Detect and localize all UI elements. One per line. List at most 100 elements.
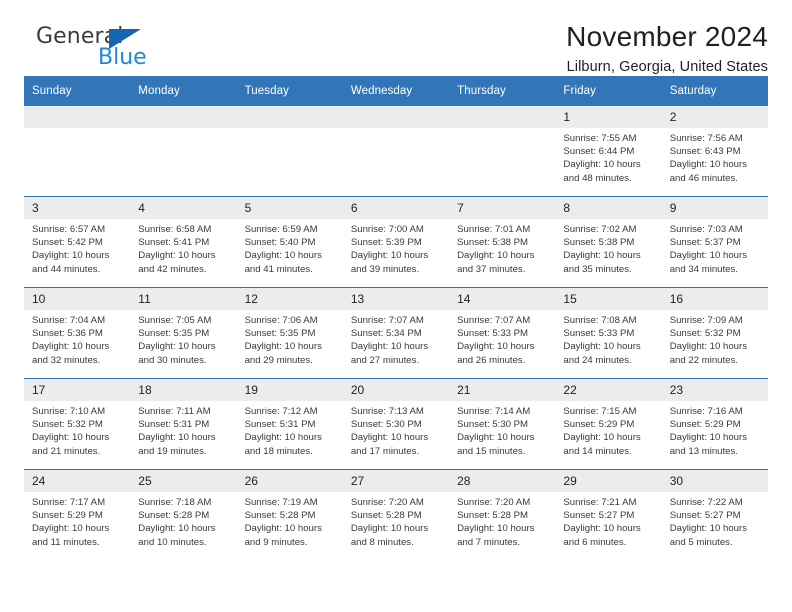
calendar-day-cell[interactable]: 19 Sunrise: 7:12 AM Sunset: 5:31 PM Dayligh… — [236, 378, 343, 470]
sunrise-time: Sunrise: 7:22 AM — [669, 497, 743, 508]
daylight-duration-line1: Daylight: 10 hours — [457, 432, 535, 444]
calendar-day-cell[interactable]: 23 Sunrise: 7:16 AM Sunset: 5:29 PM Dayligh… — [661, 378, 768, 470]
daylight-duration-line2: and 5 minutes. — [669, 536, 733, 548]
day-details: Sunrise: 6:58 AM Sunset: 5:41 PM Daylight:… — [130, 219, 236, 276]
calendar-day-cell[interactable]: 12 Sunrise: 7:06 AM Sunset: 5:35 PM Dayligh… — [236, 287, 343, 379]
daylight-duration-line1: Daylight: 10 hours — [563, 432, 641, 444]
sunrise-time: Sunrise: 7:06 AM — [244, 315, 318, 326]
calendar-day-cell[interactable]: 26 Sunrise: 7:19 AM Sunset: 5:28 PM Dayligh… — [236, 469, 343, 560]
day-number: 2 — [661, 106, 768, 128]
daylight-duration-line2: and 46 minutes. — [669, 172, 738, 184]
daylight-duration-line2: and 37 minutes. — [457, 263, 526, 275]
calendar-day-cell[interactable]: 11 Sunrise: 7:05 AM Sunset: 5:35 PM Dayligh… — [130, 287, 237, 379]
daylight-duration-line2: and 35 minutes. — [563, 263, 632, 275]
calendar-day-cell[interactable]: 27 Sunrise: 7:20 AM Sunset: 5:28 PM Dayligh… — [342, 469, 450, 560]
calendar-day-cell[interactable]: 14 Sunrise: 7:07 AM Sunset: 5:33 PM Dayligh… — [449, 287, 556, 379]
calendar-day-cell[interactable]: 18 Sunrise: 7:11 AM Sunset: 5:31 PM Dayligh… — [130, 378, 237, 470]
general-blue-logo[interactable]: General Blue — [36, 26, 166, 76]
daylight-duration-line2: and 14 minutes. — [563, 445, 632, 457]
calendar-day-cell[interactable]: 30 Sunrise: 7:22 AM Sunset: 5:27 PM Dayligh… — [661, 469, 768, 560]
sunrise-time: Sunrise: 7:14 AM — [457, 406, 531, 417]
day-number: 29 — [555, 470, 662, 492]
daylight-duration-line2: and 7 minutes. — [457, 536, 521, 548]
calendar-day-cell[interactable]: 1 Sunrise: 7:55 AM Sunset: 6:44 PM Daylight… — [555, 105, 662, 197]
daylight-duration-line1: Daylight: 10 hours — [457, 250, 535, 262]
calendar-day-cell[interactable]: 8 Sunrise: 7:02 AM Sunset: 5:38 PM Daylight… — [555, 196, 662, 288]
daylight-duration-line2: and 39 minutes. — [350, 263, 420, 275]
calendar-day-cell[interactable]: 22 Sunrise: 7:15 AM Sunset: 5:29 PM Dayligh… — [555, 378, 662, 470]
day-details: Sunrise: 7:03 AM Sunset: 5:37 PM Daylight:… — [662, 219, 768, 276]
sunset-time: Sunset: 6:44 PM — [563, 146, 635, 158]
calendar-day-cell[interactable]: 25 Sunrise: 7:18 AM Sunset: 5:28 PM Dayligh… — [130, 469, 237, 560]
day-details: Sunrise: 7:02 AM Sunset: 5:38 PM Daylight:… — [555, 219, 661, 276]
daylight-duration-line1: Daylight: 10 hours — [350, 523, 429, 535]
sunrise-time: Sunrise: 7:08 AM — [563, 315, 637, 326]
day-number — [342, 106, 450, 128]
day-details: Sunrise: 7:18 AM Sunset: 5:28 PM Daylight:… — [130, 492, 236, 549]
calendar-day-cell[interactable]: 16 Sunrise: 7:09 AM Sunset: 5:32 PM Dayligh… — [661, 287, 768, 379]
daylight-duration-line2: and 34 minutes. — [669, 263, 738, 275]
daylight-duration-line1: Daylight: 10 hours — [350, 341, 429, 353]
day-number: 23 — [661, 379, 768, 401]
calendar-day-cell[interactable]: 6 Sunrise: 7:00 AM Sunset: 5:39 PM Daylight… — [342, 196, 450, 288]
calendar-day-cell[interactable]: 24 Sunrise: 7:17 AM Sunset: 5:29 PM Dayligh… — [24, 469, 131, 560]
daylight-duration-line1: Daylight: 10 hours — [32, 250, 110, 262]
daylight-duration-line1: Daylight: 10 hours — [244, 250, 322, 262]
daylight-duration-line2: and 19 minutes. — [138, 445, 207, 457]
sunset-time: Sunset: 5:35 PM — [244, 328, 316, 340]
daylight-duration-line1: Daylight: 10 hours — [669, 523, 748, 535]
sunset-time: Sunset: 5:32 PM — [669, 328, 741, 340]
calendar-body: 1 Sunrise: 7:55 AM Sunset: 6:44 PM Daylight… — [24, 105, 768, 560]
calendar-day-cell[interactable]: 10 Sunrise: 7:04 AM Sunset: 5:36 PM Dayligh… — [24, 287, 131, 379]
day-number: 16 — [661, 288, 768, 310]
day-details: Sunrise: 7:01 AM Sunset: 5:38 PM Daylight:… — [449, 219, 555, 276]
day-details: Sunrise: 7:12 AM Sunset: 5:31 PM Daylight:… — [237, 401, 343, 458]
calendar-day-cell[interactable]: 15 Sunrise: 7:08 AM Sunset: 5:33 PM Dayligh… — [555, 287, 662, 379]
daylight-duration-line2: and 30 minutes. — [138, 354, 207, 366]
calendar-day-cell[interactable]: 29 Sunrise: 7:21 AM Sunset: 5:27 PM Dayligh… — [555, 469, 662, 560]
day-details: Sunrise: 7:55 AM Sunset: 6:44 PM Daylight:… — [555, 128, 661, 185]
calendar-day-cell[interactable]: 17 Sunrise: 7:10 AM Sunset: 5:32 PM Dayligh… — [24, 378, 131, 470]
sunrise-time: Sunrise: 7:02 AM — [563, 224, 637, 235]
day-number: 30 — [661, 470, 768, 492]
day-number: 18 — [130, 379, 237, 401]
daylight-duration-line1: Daylight: 10 hours — [350, 432, 429, 444]
sunset-time: Sunset: 5:42 PM — [32, 237, 103, 249]
page-title: November 2024 — [566, 21, 768, 52]
day-details: Sunrise: 7:07 AM Sunset: 5:34 PM Daylight:… — [343, 310, 449, 367]
daylight-duration-line1: Daylight: 10 hours — [138, 341, 216, 353]
sunrise-time: Sunrise: 7:20 AM — [457, 497, 531, 508]
daylight-duration-line1: Daylight: 10 hours — [138, 523, 216, 535]
calendar-day-cell[interactable]: 5 Sunrise: 6:59 AM Sunset: 5:40 PM Daylight… — [236, 196, 343, 288]
day-number: 3 — [24, 197, 131, 219]
daylight-duration-line2: and 18 minutes. — [244, 445, 313, 457]
daylight-duration-line1: Daylight: 10 hours — [563, 250, 641, 262]
calendar-day-cell[interactable]: 4 Sunrise: 6:58 AM Sunset: 5:41 PM Daylight… — [130, 196, 237, 288]
daylight-duration-line2: and 32 minutes. — [32, 354, 101, 366]
day-number: 4 — [130, 197, 237, 219]
daylight-duration-line2: and 41 minutes. — [244, 263, 313, 275]
sunset-time: Sunset: 5:33 PM — [457, 328, 529, 340]
calendar-day-cell[interactable]: 28 Sunrise: 7:20 AM Sunset: 5:28 PM Dayligh… — [449, 469, 556, 560]
daylight-duration-line2: and 10 minutes. — [138, 536, 207, 548]
sunset-time: Sunset: 5:31 PM — [244, 419, 316, 431]
calendar-day-cell[interactable]: 2 Sunrise: 7:56 AM Sunset: 6:43 PM Daylight… — [661, 105, 768, 197]
daylight-duration-line1: Daylight: 10 hours — [32, 523, 110, 535]
day-number: 12 — [236, 288, 343, 310]
calendar-week-row: 3 Sunrise: 6:57 AM Sunset: 5:42 PM Daylight… — [24, 196, 768, 288]
calendar-day-cell[interactable]: 7 Sunrise: 7:01 AM Sunset: 5:38 PM Daylight… — [449, 196, 556, 288]
daylight-duration-line2: and 24 minutes. — [563, 354, 632, 366]
calendar-day-cell[interactable]: 3 Sunrise: 6:57 AM Sunset: 5:42 PM Daylight… — [24, 196, 131, 288]
sunset-time: Sunset: 5:41 PM — [138, 237, 210, 249]
sunrise-time: Sunrise: 7:09 AM — [669, 315, 743, 326]
sunset-time: Sunset: 5:30 PM — [350, 419, 422, 431]
daylight-duration-line1: Daylight: 10 hours — [138, 432, 216, 444]
calendar-day-cell[interactable]: 9 Sunrise: 7:03 AM Sunset: 5:37 PM Daylight… — [661, 196, 768, 288]
calendar-day-cell[interactable]: 20 Sunrise: 7:13 AM Sunset: 5:30 PM Dayligh… — [342, 378, 450, 470]
calendar-day-cell[interactable]: 21 Sunrise: 7:14 AM Sunset: 5:30 PM Dayligh… — [449, 378, 556, 470]
calendar-day-cell[interactable]: 13 Sunrise: 7:07 AM Sunset: 5:34 PM Dayligh… — [342, 287, 450, 379]
daylight-duration-line2: and 29 minutes. — [244, 354, 313, 366]
day-number — [24, 106, 131, 128]
sunset-time: Sunset: 6:43 PM — [669, 146, 741, 158]
daylight-duration-line2: and 9 minutes. — [244, 536, 308, 548]
